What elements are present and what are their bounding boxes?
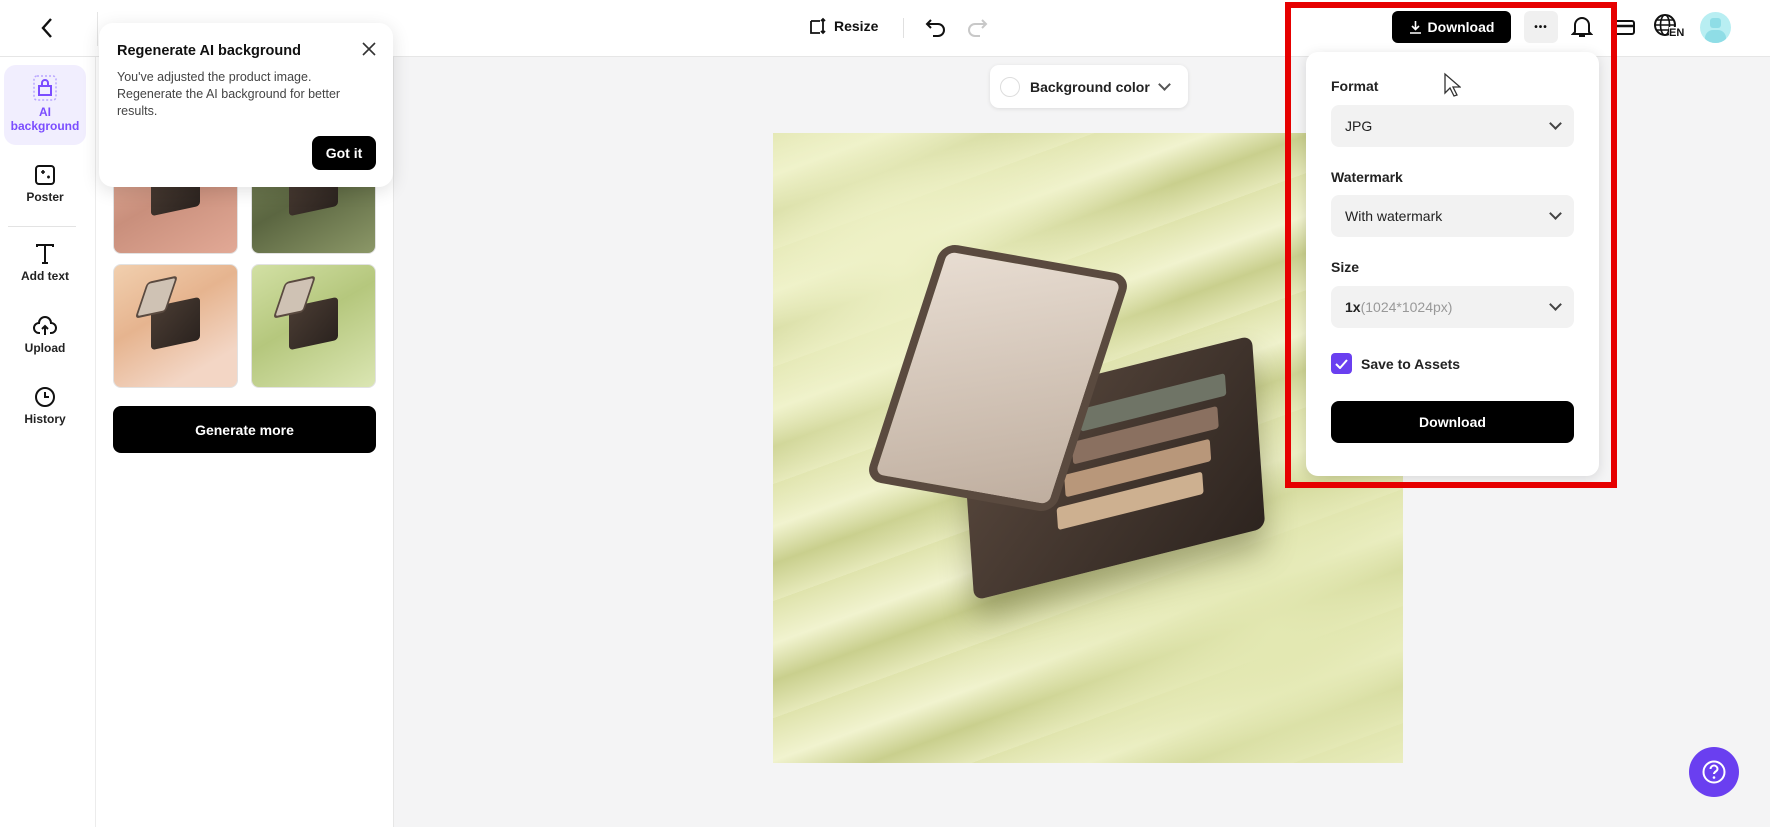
regenerate-tooltip: Regenerate AI background You've adjusted… xyxy=(99,23,393,187)
bell-icon[interactable] xyxy=(1571,15,1593,39)
close-icon[interactable] xyxy=(361,41,377,57)
language-button[interactable]: EN xyxy=(1653,13,1687,41)
divider xyxy=(8,226,76,227)
sidebar-item-add-text[interactable]: Add text xyxy=(4,243,86,283)
background-thumbnail-lime[interactable] xyxy=(251,264,376,388)
language-code: EN xyxy=(1669,27,1685,39)
more-icon: ••• xyxy=(1534,21,1548,33)
watermark-value: With watermark xyxy=(1345,208,1443,224)
sidebar-item-label: AI background xyxy=(10,105,80,133)
background-thumbnail-cream[interactable] xyxy=(113,264,238,388)
format-select[interactable]: JPG xyxy=(1331,105,1574,147)
download-confirm-button[interactable]: Download xyxy=(1331,401,1574,443)
undo-icon[interactable] xyxy=(925,16,947,38)
save-to-assets-checkbox[interactable] xyxy=(1331,353,1352,374)
avatar[interactable] xyxy=(1700,12,1731,43)
background-color-label: Background color xyxy=(1030,78,1150,95)
sidebar-item-history[interactable]: History xyxy=(4,386,86,426)
format-value: JPG xyxy=(1345,118,1373,134)
mouse-cursor-icon xyxy=(1444,72,1461,97)
watermark-select[interactable]: With watermark xyxy=(1331,195,1574,237)
divider xyxy=(903,18,904,38)
size-value: 1x xyxy=(1345,299,1361,315)
color-swatch xyxy=(1000,76,1020,97)
checkmark-icon xyxy=(1335,358,1348,369)
clock-icon xyxy=(35,387,55,407)
download-button[interactable]: Download xyxy=(1392,11,1511,43)
size-select[interactable]: 1x(1024*1024px) xyxy=(1331,286,1574,328)
ai-bag-icon xyxy=(33,75,57,101)
sidebar-item-label: Poster xyxy=(26,190,64,204)
sidebar-item-label: Upload xyxy=(24,341,66,355)
generate-more-button[interactable]: Generate more xyxy=(113,406,376,453)
poster-icon xyxy=(35,165,55,185)
download-icon xyxy=(1409,21,1421,34)
help-button[interactable] xyxy=(1689,747,1739,797)
sidebar-item-label: History xyxy=(24,412,66,426)
resize-label: Resize xyxy=(834,18,879,34)
tooltip-body: You've adjusted the product image. Regen… xyxy=(117,70,341,118)
resize-button[interactable]: Resize xyxy=(808,16,878,36)
resize-icon xyxy=(810,17,826,35)
divider xyxy=(97,12,98,46)
format-label: Format xyxy=(1331,78,1379,94)
text-icon xyxy=(36,244,54,264)
cloud-upload-icon xyxy=(33,316,57,335)
sidebar-item-poster[interactable]: Poster xyxy=(4,164,86,204)
chevron-down-icon xyxy=(1549,207,1562,220)
back-arrow-icon[interactable] xyxy=(40,17,54,39)
tool-sidebar: AI background Poster Add text Upload His… xyxy=(0,57,96,827)
size-label: Size xyxy=(1331,259,1360,275)
chevron-down-icon xyxy=(1157,77,1171,91)
background-color-dropdown[interactable]: Background color xyxy=(990,65,1188,108)
tooltip-title: Regenerate AI background xyxy=(117,43,301,59)
chevron-down-icon xyxy=(1549,298,1562,311)
sidebar-item-upload[interactable]: Upload xyxy=(4,315,86,355)
got-it-button[interactable]: Got it xyxy=(312,136,376,170)
save-to-assets-label: Save to Assets xyxy=(1361,356,1461,372)
size-detail: (1024*1024px) xyxy=(1360,299,1453,315)
card-icon[interactable] xyxy=(1612,17,1636,37)
chevron-down-icon xyxy=(1549,117,1562,130)
redo-icon[interactable] xyxy=(966,16,988,38)
download-options-popup: Format JPG Watermark With watermark Size… xyxy=(1306,52,1599,476)
sidebar-item-ai-background[interactable]: AI background xyxy=(4,65,86,145)
sidebar-item-label: Add text xyxy=(21,269,69,283)
question-icon xyxy=(1702,760,1726,784)
more-options-button[interactable]: ••• xyxy=(1524,11,1558,43)
watermark-label: Watermark xyxy=(1331,169,1403,185)
download-label: Download xyxy=(1427,19,1495,35)
